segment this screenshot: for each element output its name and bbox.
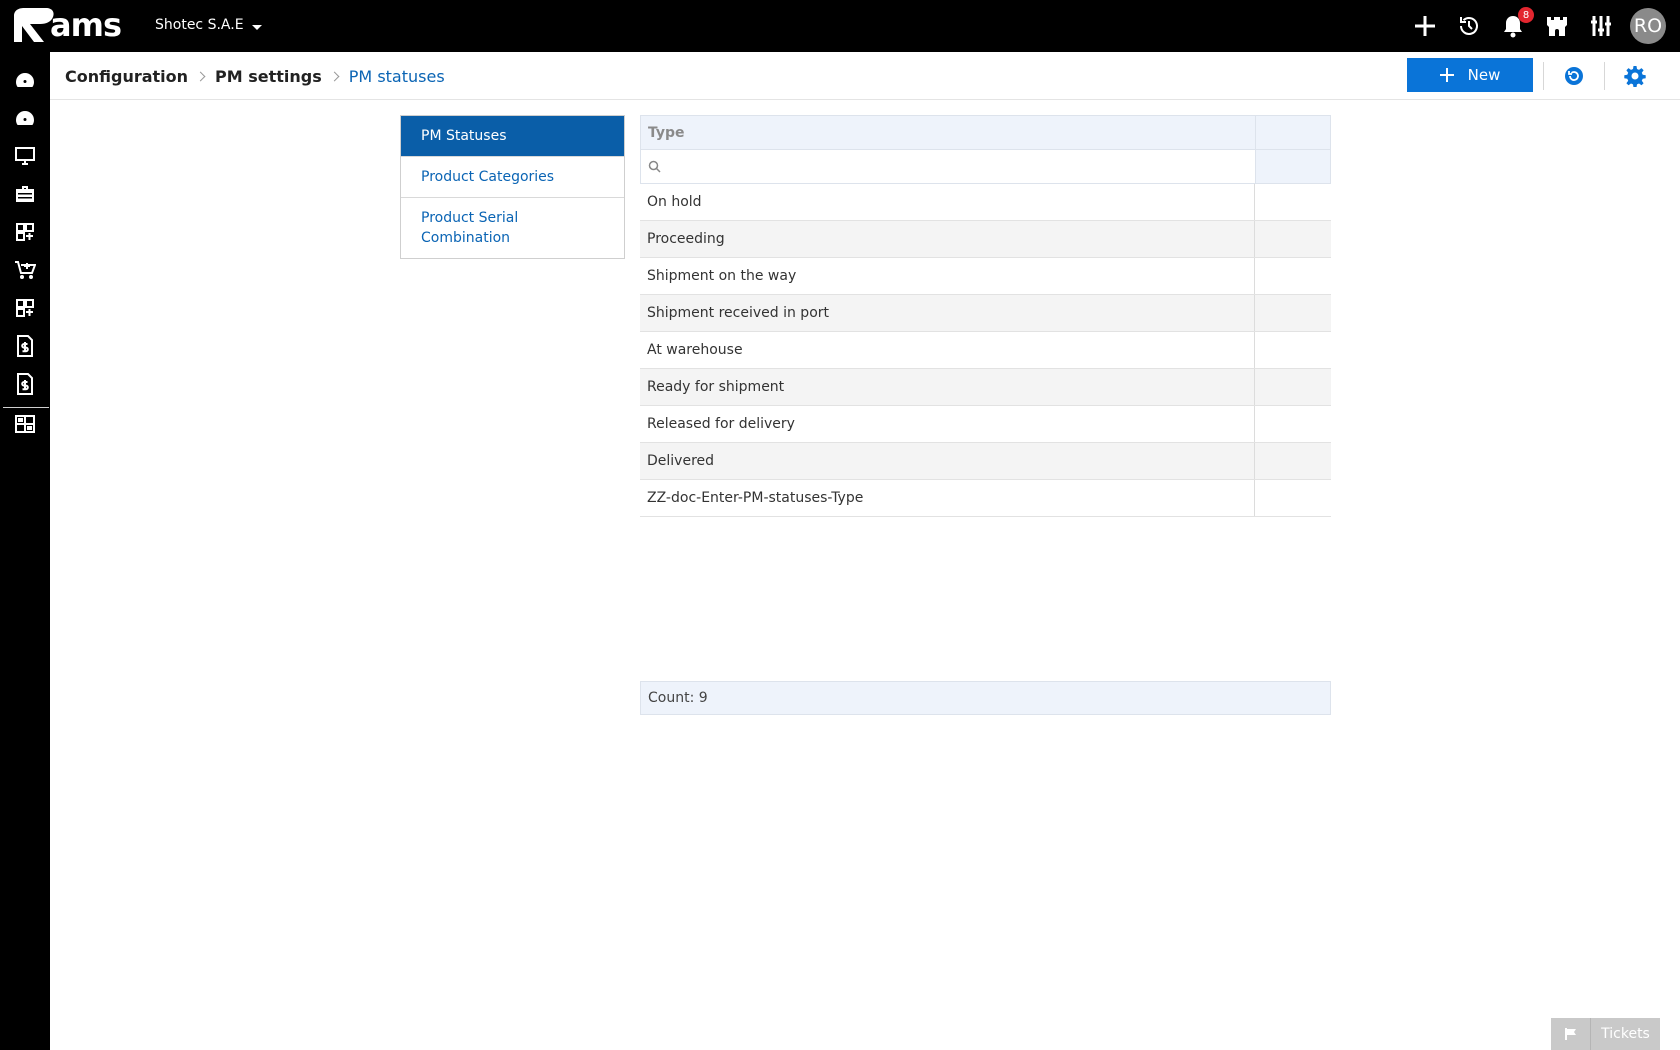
company-selector[interactable]: Shotec S.A.E [155,17,262,33]
castle-icon[interactable] [1542,11,1572,41]
filter-extra [1256,150,1330,183]
header-separator [1543,62,1544,90]
notifications-icon[interactable]: 8 [1498,7,1534,41]
nav-item-product-serial-combination[interactable]: Product Serial Combination [401,197,624,258]
reports-icon[interactable] [13,412,37,436]
new-button[interactable]: New [1407,58,1533,92]
table-row[interactable]: Ready for shipment [640,369,1331,406]
cell-extra [1255,221,1331,257]
cell-extra [1255,369,1331,405]
cell-extra [1255,443,1331,479]
cell-extra [1255,406,1331,442]
grid-body: On hold Proceeding Shipment on the way Ship… [640,184,1331,517]
table-row[interactable]: Proceeding [640,221,1331,258]
grid-header: Type [640,115,1331,150]
table-row[interactable]: ZZ-doc-Enter-PM-statuses-Type [640,480,1331,517]
top-actions: 8 RO [1410,7,1666,44]
gear-icon[interactable] [1623,64,1647,88]
table-row[interactable]: Shipment on the way [640,258,1331,295]
cell-type: Ready for shipment [640,369,1255,405]
plus-icon [1439,68,1454,82]
flag-icon [1551,1018,1591,1050]
cell-type: At warehouse [640,332,1255,368]
cell-type: ZZ-doc-Enter-PM-statuses-Type [640,480,1255,516]
cell-type: Shipment on the way [640,258,1255,294]
row-count: Count: 9 [640,681,1331,715]
nav-item-pm-statuses[interactable]: PM Statuses [401,116,624,156]
cell-type: Shipment received in port [640,295,1255,331]
invoice-2-icon[interactable] [13,372,37,396]
sidebar-divider [3,407,49,408]
chevron-right-icon [195,71,206,81]
top-bar: ams Shotec S.A.E 8 RO [0,0,1680,52]
type-filter-input[interactable] [669,158,1229,175]
briefcase-icon[interactable] [13,182,37,206]
app-logo[interactable]: ams [10,4,132,48]
column-header-type[interactable]: Type [641,116,1256,149]
cell-type: On hold [640,184,1255,220]
modules-2-icon[interactable] [13,296,37,320]
cell-extra [1255,332,1331,368]
cell-extra [1255,184,1331,220]
logo-text: ams [50,6,122,44]
settings-nav: PM Statuses Product Categories Product S… [400,115,625,259]
sliders-icon[interactable] [1586,11,1616,41]
cart-icon[interactable] [13,258,37,282]
refresh-icon[interactable] [1562,64,1586,88]
cell-extra [1255,480,1331,516]
history-icon[interactable] [1454,11,1484,41]
breadcrumb-pm-settings[interactable]: PM settings [215,67,322,86]
header-separator [1604,62,1605,90]
sidebar [0,52,50,1050]
caret-down-icon [251,24,262,30]
cell-type: Released for delivery [640,406,1255,442]
tickets-button[interactable]: Tickets [1551,1018,1660,1050]
column-header-extra [1256,116,1330,149]
monitor-icon[interactable] [13,144,37,168]
modules-icon[interactable] [13,220,37,244]
table-row[interactable]: Delivered [640,443,1331,480]
cell-type: Proceeding [640,221,1255,257]
breadcrumb-configuration[interactable]: Configuration [65,67,188,86]
add-icon[interactable] [1410,11,1440,41]
cell-type: Delivered [640,443,1255,479]
filter-cell [641,150,1256,183]
chevron-right-icon [329,71,340,81]
table-row[interactable]: At warehouse [640,332,1331,369]
table-row[interactable]: On hold [640,184,1331,221]
tickets-label: Tickets [1601,1026,1650,1042]
company-name: Shotec S.A.E [155,17,244,33]
table-row[interactable]: Released for delivery [640,406,1331,443]
new-button-label: New [1467,66,1501,84]
cell-extra [1255,258,1331,294]
search-icon [648,160,661,173]
filter-row [640,150,1331,184]
statuses-grid: Type On hold Proceeding Shipment on the wa… [640,115,1331,517]
breadcrumb-pm-statuses: PM statuses [348,66,445,86]
invoice-icon[interactable] [13,334,37,358]
page-header: Configuration PM settings PM statuses Ne… [50,52,1680,100]
dashboard-2-icon[interactable] [13,106,37,130]
dashboard-icon[interactable] [13,68,37,92]
notification-badge: 8 [1518,7,1534,23]
nav-item-product-categories[interactable]: Product Categories [401,156,624,197]
user-avatar[interactable]: RO [1630,8,1666,44]
breadcrumb: Configuration PM settings PM statuses [65,52,445,100]
cell-extra [1255,295,1331,331]
table-row[interactable]: Shipment received in port [640,295,1331,332]
